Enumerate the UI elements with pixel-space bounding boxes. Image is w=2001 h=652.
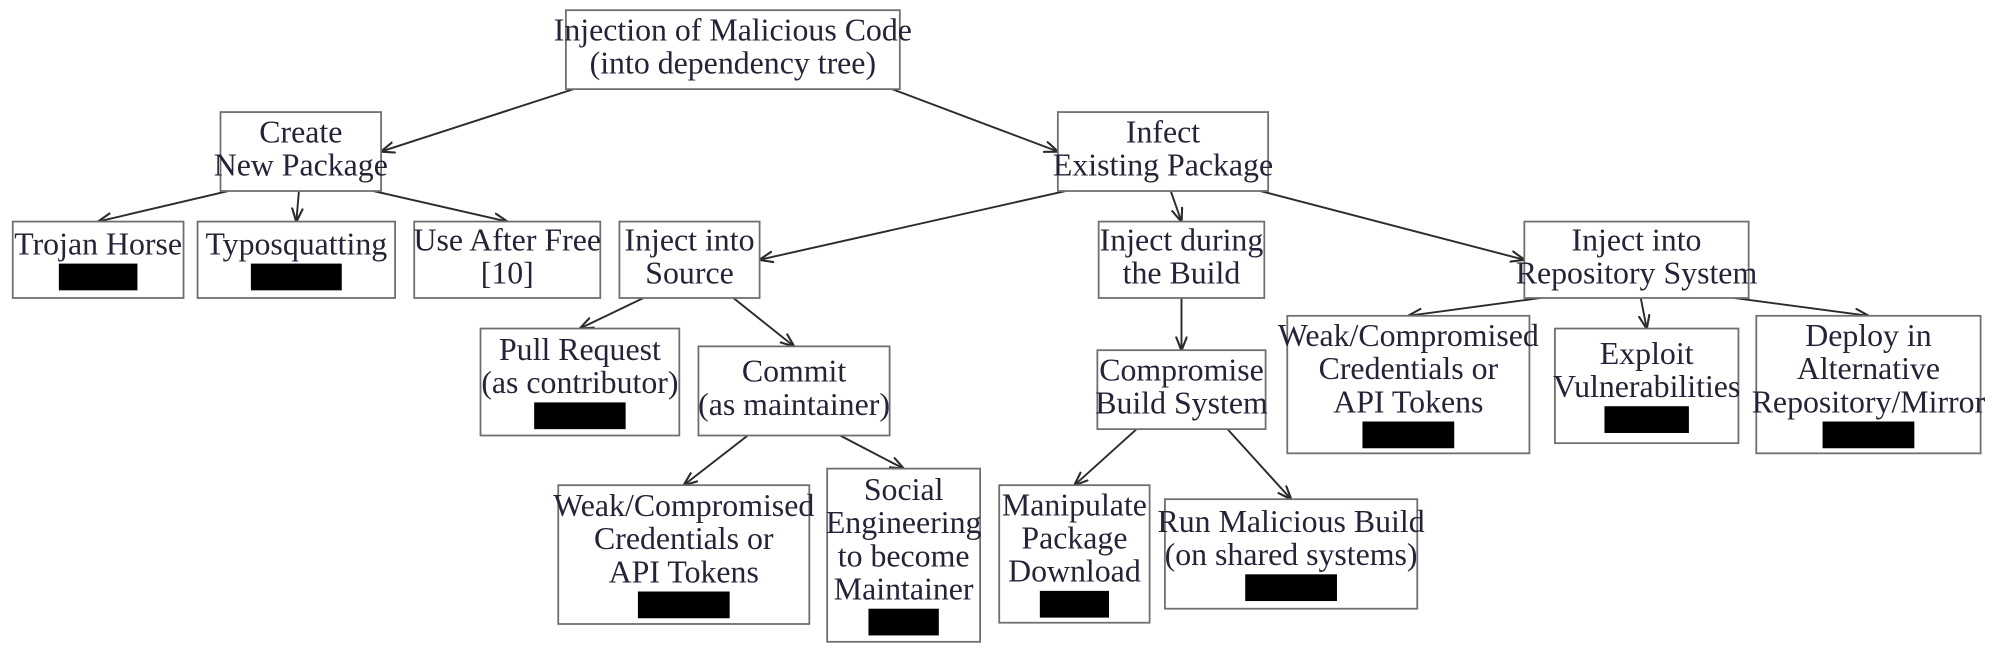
- redaction-bar-deploy-alternative-repository: [1822, 421, 1915, 449]
- node-label-run-malicious-build-line-0: Run Malicious Build: [1158, 504, 1425, 539]
- node-label-use-after-free-line-0: Use After Free: [414, 223, 601, 258]
- redaction-bar-weak-credentials-commit: [637, 591, 730, 619]
- node-label-manipulate-package-download-line-0: Manipulate: [1002, 487, 1147, 522]
- node-label-pull-request-line-0: Pull Request: [499, 332, 661, 367]
- node-label-trojan-horse-line-0: Trojan Horse: [14, 226, 182, 261]
- node-inject-during-build[interactable]: Inject duringthe Build: [1097, 220, 1266, 299]
- node-label-create-new-package-line-0: Create: [259, 114, 342, 149]
- node-social-engineering[interactable]: SocialEngineeringto becomeMaintainer: [826, 467, 982, 643]
- node-label-root-line-0: Injection of Malicious Code: [554, 12, 912, 47]
- node-label-inject-into-source-line-0: Inject into: [625, 223, 755, 258]
- node-label-inject-into-repository-system-line-1: Repository System: [1516, 256, 1758, 291]
- node-deploy-alternative-repository[interactable]: Deploy inAlternativeRepository/Mirror: [1752, 314, 1986, 455]
- node-commit-as-maintainer[interactable]: Commit(as maintainer): [697, 345, 891, 437]
- node-label-infect-existing-package-line-0: Infect: [1126, 114, 1200, 149]
- redaction-bar-trojan-horse: [58, 263, 138, 291]
- redaction-bar-typosquatting: [250, 263, 342, 291]
- node-inject-into-repository-system[interactable]: Inject intoRepository System: [1516, 220, 1758, 299]
- redaction-bar-manipulate-package-download: [1039, 590, 1110, 618]
- edge-source-to-pull-request: [580, 297, 644, 329]
- node-label-inject-into-source-line-1: Source: [645, 256, 733, 291]
- edge-compromise-to-manipulate-package-download: [1074, 428, 1138, 485]
- edge-infect-to-inject-into-repository-system: [1260, 190, 1525, 260]
- node-run-malicious-build[interactable]: Run Malicious Build(on shared systems): [1158, 498, 1425, 610]
- edge-create-to-trojan-horse: [98, 190, 229, 222]
- redaction-bar-weak-credentials-repo: [1362, 421, 1455, 449]
- node-label-typosquatting-line-0: Typosquatting: [205, 226, 387, 261]
- edge-create-to-use-after-free: [373, 190, 507, 222]
- node-exploit-vulnerabilities[interactable]: ExploitVulnerabilities: [1553, 327, 1740, 445]
- edge-infect-to-inject-during-build: [1169, 190, 1182, 222]
- node-label-compromise-build-system-line-0: Compromise: [1099, 352, 1264, 387]
- node-label-commit-as-maintainer-line-1: (as maintainer): [698, 387, 890, 422]
- node-label-deploy-alternative-repository-line-0: Deploy in: [1805, 318, 1932, 353]
- node-label-manipulate-package-download-line-2: Download: [1008, 554, 1141, 589]
- node-manipulate-package-download[interactable]: ManipulatePackageDownload: [998, 484, 1151, 624]
- node-label-run-malicious-build-line-1: (on shared systems): [1165, 537, 1418, 572]
- edge-repo-to-weak-credentials: [1408, 297, 1541, 316]
- node-label-social-engineering-line-3: Maintainer: [834, 571, 974, 606]
- node-label-root-line-1: (into dependency tree): [590, 46, 876, 81]
- node-label-social-engineering-line-1: Engineering: [826, 505, 982, 540]
- attack-tree-diagram: Injection of Malicious Code (into depende…: [0, 0, 2001, 652]
- node-label-weak-credentials-commit-line-2: API Tokens: [609, 554, 759, 589]
- redaction-bar-exploit-vulnerabilities: [1604, 406, 1689, 433]
- edge-commit-to-social-engineering: [839, 434, 904, 469]
- node-weak-credentials-commit[interactable]: Weak/CompromisedCredentials orAPI Tokens: [553, 484, 814, 625]
- node-typosquatting[interactable]: Typosquatting: [196, 220, 396, 299]
- edge-commit-to-weak-credentials: [684, 434, 749, 486]
- edge-source-to-commit: [732, 297, 794, 346]
- edge-root-to-create-new-package: [381, 88, 574, 151]
- node-label-create-new-package-line-1: New Package: [214, 147, 388, 182]
- edge-root-to-infect-existing-package: [891, 88, 1058, 151]
- edge-repo-to-exploit-vulnerabilities: [1641, 297, 1647, 329]
- node-label-social-engineering-line-0: Social: [864, 472, 944, 507]
- node-inject-into-source[interactable]: Inject intoSource: [618, 220, 761, 299]
- node-label-inject-into-repository-system-line-0: Inject into: [1571, 223, 1701, 258]
- node-root[interactable]: Injection of Malicious Code(into depende…: [554, 9, 912, 91]
- node-pull-request[interactable]: Pull Request(as contributor): [479, 327, 681, 437]
- node-label-use-after-free-line-1: [10]: [481, 256, 534, 291]
- redaction-bar-run-malicious-build: [1245, 574, 1337, 602]
- attack-tree-canvas: Injection of Malicious Code(into depende…: [11, 9, 1986, 643]
- node-trojan-horse[interactable]: Trojan Horse: [11, 220, 185, 299]
- edge-create-to-typosquatting: [296, 190, 299, 222]
- node-label-deploy-alternative-repository-line-2: Repository/Mirror: [1752, 384, 1986, 419]
- node-label-social-engineering-line-2: to become: [838, 538, 970, 573]
- node-label-inject-during-build-line-1: the Build: [1123, 256, 1241, 291]
- node-label-compromise-build-system-line-1: Build System: [1095, 386, 1268, 421]
- node-label-manipulate-package-download-line-1: Package: [1021, 521, 1127, 556]
- node-weak-credentials-repo[interactable]: Weak/CompromisedCredentials orAPI Tokens: [1278, 314, 1539, 455]
- node-label-pull-request-line-1: (as contributor): [481, 365, 678, 400]
- node-label-weak-credentials-repo-line-2: API Tokens: [1333, 384, 1483, 419]
- redaction-bar-social-engineering: [868, 608, 939, 636]
- node-label-weak-credentials-commit-line-1: Credentials or: [594, 521, 774, 556]
- node-label-deploy-alternative-repository-line-1: Alternative: [1797, 351, 1940, 386]
- node-label-infect-existing-package-line-1: Existing Package: [1053, 147, 1273, 182]
- redaction-bar-pull-request: [534, 402, 626, 430]
- node-label-weak-credentials-repo-line-1: Credentials or: [1319, 351, 1499, 386]
- edge-infect-to-inject-into-source: [760, 190, 1066, 260]
- node-label-weak-credentials-commit-line-0: Weak/Compromised: [553, 488, 814, 523]
- node-label-inject-during-build-line-0: Inject during: [1100, 223, 1264, 258]
- node-use-after-free[interactable]: Use After Free[10]: [413, 220, 602, 299]
- node-label-weak-credentials-repo-line-0: Weak/Compromised: [1278, 318, 1539, 353]
- node-label-exploit-vulnerabilities-line-0: Exploit: [1600, 336, 1694, 371]
- edge-repo-to-deploy-alternative-repository: [1733, 297, 1869, 316]
- node-compromise-build-system[interactable]: CompromiseBuild System: [1095, 349, 1268, 431]
- nodes-layer: Injection of Malicious Code(into depende…: [11, 9, 1986, 643]
- node-label-commit-as-maintainer-line-0: Commit: [742, 354, 847, 389]
- node-label-exploit-vulnerabilities-line-1: Vulnerabilities: [1553, 369, 1740, 404]
- node-infect-existing-package[interactable]: InfectExisting Package: [1053, 111, 1273, 192]
- node-create-new-package[interactable]: CreateNew Package: [214, 111, 388, 192]
- edge-compromise-to-run-malicious-build: [1226, 428, 1292, 499]
